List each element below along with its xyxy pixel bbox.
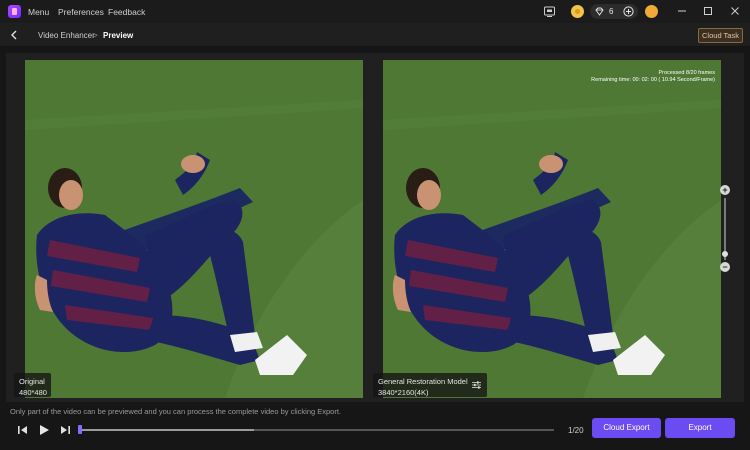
zoom-out-button[interactable]: − xyxy=(720,262,730,272)
avatar-icon[interactable] xyxy=(645,5,658,18)
zoom-slider-thumb[interactable] xyxy=(722,250,728,257)
gem-icon xyxy=(595,7,604,16)
timeline-processed xyxy=(78,429,255,431)
cloud-export-button[interactable]: Cloud Export xyxy=(592,418,661,438)
enhanced-video-panel: Processed 8/20 frames Remaining time: 00… xyxy=(383,60,721,398)
remaining-time-text: Remaining time: 00: 02: 00 ( 10.94 Secon… xyxy=(591,77,715,83)
processing-status: Processed 8/20 frames Remaining time: 00… xyxy=(591,70,715,84)
original-video-frame xyxy=(25,60,363,398)
model-name: General Restoration Model xyxy=(378,377,468,386)
gem-balance[interactable]: 6 xyxy=(590,4,638,19)
timeline-playhead[interactable] xyxy=(78,425,82,434)
export-button[interactable]: Export xyxy=(665,418,735,438)
plus-circle-icon[interactable] xyxy=(623,6,634,17)
title-bar: Menu Preferences Feedback 6 xyxy=(0,0,750,23)
zoom-in-button[interactable]: + xyxy=(720,185,730,195)
enhanced-video-frame xyxy=(383,60,721,398)
preferences-button[interactable]: Preferences xyxy=(58,7,104,17)
prev-frame-icon[interactable] xyxy=(16,423,30,437)
monitor-icon[interactable] xyxy=(543,5,556,18)
nav-bar: Video Enhancer > Preview Cloud Task xyxy=(0,23,750,47)
frame-counter: 1/20 xyxy=(568,426,584,435)
play-icon[interactable] xyxy=(37,423,51,437)
breadcrumb-current: Preview xyxy=(103,31,134,40)
original-label: Original 480*480 xyxy=(14,373,51,397)
model-label: General Restoration Model 3840*2160(4K) xyxy=(373,373,487,397)
maximize-icon[interactable] xyxy=(701,4,715,18)
sliders-icon[interactable] xyxy=(472,381,481,389)
back-chevron-icon[interactable] xyxy=(8,29,20,41)
breadcrumb-parent[interactable]: Video Enhancer xyxy=(38,31,95,40)
coin-icon[interactable] xyxy=(571,5,584,18)
original-resolution: 480*480 xyxy=(19,388,47,397)
app-logo-icon xyxy=(8,5,21,18)
gem-count: 6 xyxy=(609,7,614,16)
breadcrumb-separator: > xyxy=(93,31,98,40)
next-frame-icon[interactable] xyxy=(58,423,72,437)
timeline-track[interactable] xyxy=(78,429,554,431)
menu-button[interactable]: Menu xyxy=(28,7,49,17)
feedback-button[interactable]: Feedback xyxy=(108,7,145,17)
preview-area: Processed 8/20 frames Remaining time: 00… xyxy=(6,53,744,402)
enhanced-resolution: 3840*2160(4K) xyxy=(378,388,429,397)
original-label-title: Original xyxy=(19,377,45,386)
cloud-task-button[interactable]: Cloud Task xyxy=(698,28,743,43)
close-icon[interactable] xyxy=(728,4,742,18)
original-video-panel xyxy=(25,60,363,398)
minimize-icon[interactable] xyxy=(675,4,689,18)
processed-frames-text: Processed 8/20 frames xyxy=(658,70,715,76)
export-hint: Only part of the video can be previewed … xyxy=(10,407,342,416)
